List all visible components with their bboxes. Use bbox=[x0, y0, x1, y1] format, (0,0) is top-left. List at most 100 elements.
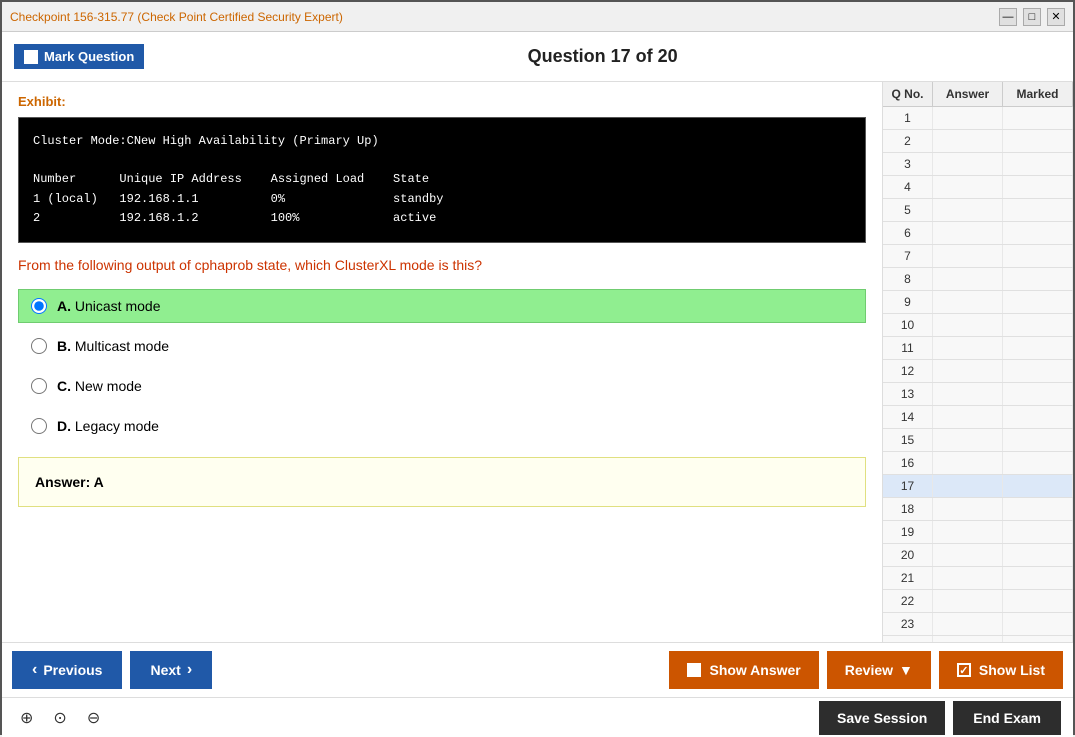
zoom-out-button[interactable]: ⊖ bbox=[81, 705, 106, 730]
show-list-label: Show List bbox=[979, 662, 1045, 678]
qlist-row-num: 22 bbox=[883, 590, 933, 612]
option-a[interactable]: A. Unicast mode bbox=[18, 289, 866, 323]
terminal-spacer bbox=[33, 151, 851, 170]
qlist-row-answer bbox=[933, 406, 1003, 428]
maximize-button[interactable]: □ bbox=[1023, 8, 1041, 26]
qlist-row-12[interactable]: 12 bbox=[883, 360, 1073, 383]
qlist-row-num: 16 bbox=[883, 452, 933, 474]
qlist-row-num: 5 bbox=[883, 199, 933, 221]
qlist-row-num: 12 bbox=[883, 360, 933, 382]
qlist-row-marked bbox=[1003, 291, 1073, 313]
question-title: Question 17 of 20 bbox=[144, 46, 1061, 67]
option-c[interactable]: C. New mode bbox=[18, 369, 866, 403]
previous-arrow-icon: ‹ bbox=[32, 661, 37, 679]
qlist-row-answer bbox=[933, 636, 1003, 642]
show-list-button[interactable]: Show List bbox=[939, 651, 1063, 689]
qlist-row-9[interactable]: 9 bbox=[883, 291, 1073, 314]
qlist-row-17[interactable]: 17 bbox=[883, 475, 1073, 498]
qlist-row-11[interactable]: 11 bbox=[883, 337, 1073, 360]
qlist-row-19[interactable]: 19 bbox=[883, 521, 1073, 544]
qlist-row-num: 2 bbox=[883, 130, 933, 152]
qlist-rows: 1234567891011121314151617181920212223242… bbox=[883, 107, 1073, 642]
main-content: Exhibit: Cluster Mode:CNew High Availabi… bbox=[2, 82, 1073, 642]
mark-question-button[interactable]: Mark Question bbox=[14, 44, 144, 69]
close-button[interactable]: ✕ bbox=[1047, 8, 1065, 26]
qlist-row-marked bbox=[1003, 360, 1073, 382]
zoom-reset-icon: ⊙ bbox=[53, 710, 66, 727]
qlist-header: Q No. Answer Marked bbox=[883, 82, 1073, 107]
zoom-reset-button[interactable]: ⊙ bbox=[47, 705, 72, 730]
option-b-radio[interactable] bbox=[31, 338, 47, 354]
qlist-row-1[interactable]: 1 bbox=[883, 107, 1073, 130]
next-button[interactable]: Next › bbox=[130, 651, 212, 689]
option-d[interactable]: D. Legacy mode bbox=[18, 409, 866, 443]
terminal-exhibit: Cluster Mode:CNew High Availability (Pri… bbox=[18, 117, 866, 243]
previous-button[interactable]: ‹ Previous bbox=[12, 651, 122, 689]
end-exam-button[interactable]: End Exam bbox=[953, 701, 1061, 735]
qlist-row-4[interactable]: 4 bbox=[883, 176, 1073, 199]
qlist-col-num: Q No. bbox=[883, 82, 933, 106]
qlist-row-answer bbox=[933, 153, 1003, 175]
qlist-row-22[interactable]: 22 bbox=[883, 590, 1073, 613]
qlist-row-7[interactable]: 7 bbox=[883, 245, 1073, 268]
qlist-row-num: 9 bbox=[883, 291, 933, 313]
qlist-row-num: 6 bbox=[883, 222, 933, 244]
qlist-row-15[interactable]: 15 bbox=[883, 429, 1073, 452]
qlist-row-answer bbox=[933, 475, 1003, 497]
left-panel: Exhibit: Cluster Mode:CNew High Availabi… bbox=[2, 82, 883, 642]
option-b-text: B. Multicast mode bbox=[57, 338, 169, 354]
show-answer-checkbox-icon bbox=[687, 663, 701, 677]
qlist-row-marked bbox=[1003, 245, 1073, 267]
option-a-radio[interactable] bbox=[31, 298, 47, 314]
qlist-row-3[interactable]: 3 bbox=[883, 153, 1073, 176]
qlist-row-answer bbox=[933, 383, 1003, 405]
review-button[interactable]: Review ▼ bbox=[827, 651, 931, 689]
zoom-in-button[interactable]: ⊕ bbox=[14, 705, 39, 730]
qlist-row-num: 11 bbox=[883, 337, 933, 359]
qlist-row-num: 10 bbox=[883, 314, 933, 336]
window-controls: — □ ✕ bbox=[999, 8, 1065, 26]
qlist-row-18[interactable]: 18 bbox=[883, 498, 1073, 521]
option-c-text: C. New mode bbox=[57, 378, 142, 394]
qlist-row-10[interactable]: 10 bbox=[883, 314, 1073, 337]
qlist-row-answer bbox=[933, 498, 1003, 520]
option-d-radio[interactable] bbox=[31, 418, 47, 434]
qlist-row-num: 7 bbox=[883, 245, 933, 267]
qlist-row-answer bbox=[933, 130, 1003, 152]
qlist-row-marked bbox=[1003, 199, 1073, 221]
header: Mark Question Question 17 of 20 bbox=[2, 32, 1073, 82]
qlist-row-marked bbox=[1003, 613, 1073, 635]
minimize-button[interactable]: — bbox=[999, 8, 1017, 26]
qlist-row-marked bbox=[1003, 107, 1073, 129]
qlist-row-num: 17 bbox=[883, 475, 933, 497]
qlist-row-2[interactable]: 2 bbox=[883, 130, 1073, 153]
qlist-row-num: 3 bbox=[883, 153, 933, 175]
mark-checkbox-icon bbox=[24, 50, 38, 64]
qlist-row-answer bbox=[933, 567, 1003, 589]
show-answer-button[interactable]: Show Answer bbox=[669, 651, 818, 689]
qlist-row-24[interactable]: 24 bbox=[883, 636, 1073, 642]
qlist-row-23[interactable]: 23 bbox=[883, 613, 1073, 636]
terminal-line-3: 1 (local) 192.168.1.1 0% standby bbox=[33, 190, 851, 209]
terminal-line-4: 2 192.168.1.2 100% active bbox=[33, 209, 851, 228]
qlist-row-21[interactable]: 21 bbox=[883, 567, 1073, 590]
qlist-row-16[interactable]: 16 bbox=[883, 452, 1073, 475]
answer-box: Answer: A bbox=[18, 457, 866, 507]
qlist-row-20[interactable]: 20 bbox=[883, 544, 1073, 567]
qlist-row-marked bbox=[1003, 521, 1073, 543]
show-answer-label: Show Answer bbox=[709, 662, 800, 678]
option-c-radio[interactable] bbox=[31, 378, 47, 394]
qlist-row-marked bbox=[1003, 337, 1073, 359]
qlist-row-answer bbox=[933, 544, 1003, 566]
qlist-row-14[interactable]: 14 bbox=[883, 406, 1073, 429]
qlist-row-13[interactable]: 13 bbox=[883, 383, 1073, 406]
qlist-row-8[interactable]: 8 bbox=[883, 268, 1073, 291]
qlist-row-answer bbox=[933, 360, 1003, 382]
qlist-row-5[interactable]: 5 bbox=[883, 199, 1073, 222]
option-b[interactable]: B. Multicast mode bbox=[18, 329, 866, 363]
qlist-row-6[interactable]: 6 bbox=[883, 222, 1073, 245]
save-session-button[interactable]: Save Session bbox=[819, 701, 945, 735]
question-list-panel[interactable]: Q No. Answer Marked 12345678910111213141… bbox=[883, 82, 1073, 642]
footer-bar: ⊕ ⊙ ⊖ Save Session End Exam bbox=[2, 697, 1073, 737]
zoom-out-icon: ⊖ bbox=[87, 710, 100, 727]
